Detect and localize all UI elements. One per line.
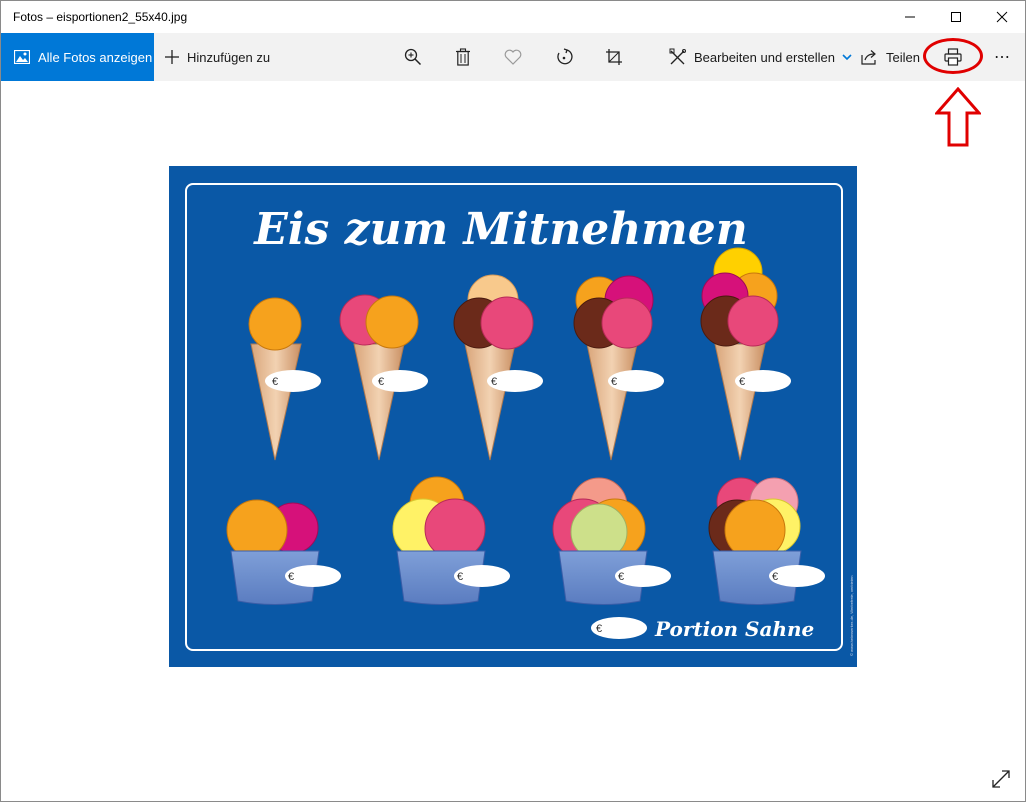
maximize-icon — [951, 12, 961, 22]
trash-icon — [456, 48, 470, 66]
minimize-button[interactable] — [887, 1, 933, 33]
price-euro-5: € — [739, 376, 745, 388]
photos-app-window: Fotos – eisportionen2_55x40.jpg Alle Fot… — [0, 0, 1026, 802]
right-margin — [857, 81, 1025, 769]
sign-headline: Eis zum Mitnehmen — [252, 204, 747, 255]
rotate-icon — [557, 48, 573, 65]
heart-icon — [504, 49, 522, 65]
price-euro-3: € — [491, 376, 497, 388]
more-icon: ⋯ — [994, 49, 1010, 66]
zoom-button[interactable] — [393, 33, 433, 81]
price-euro-4: € — [611, 376, 617, 388]
window-title: Fotos – eisportionen2_55x40.jpg — [13, 10, 188, 24]
copyright-side-text: © www.heimwerker-de, Werbefreie, verbiet… — [849, 576, 854, 656]
rotate-button[interactable] — [544, 33, 584, 81]
price-euro-6: € — [288, 571, 294, 583]
crop-button[interactable] — [594, 33, 634, 81]
price-euro-2: € — [378, 376, 384, 388]
add-to-button[interactable]: Hinzufügen zu — [164, 33, 270, 81]
favorite-button[interactable] — [493, 33, 533, 81]
price-euro-1: € — [272, 376, 278, 388]
share-button[interactable]: Teilen — [861, 33, 920, 81]
share-icon — [861, 50, 876, 65]
edit-create-button[interactable]: Bearbeiten und erstellen — [669, 33, 852, 81]
expand-icon — [992, 770, 1010, 788]
printer-icon — [944, 48, 962, 66]
chevron-down-icon — [842, 53, 852, 60]
price-euro-cream: € — [596, 623, 602, 635]
minimize-icon — [905, 16, 915, 18]
price-euro-7: € — [457, 571, 463, 583]
all-photos-button[interactable]: Alle Fotos anzeigen — [1, 33, 154, 81]
close-button[interactable] — [979, 1, 1025, 33]
maximize-button[interactable] — [933, 1, 979, 33]
crop-icon — [606, 49, 622, 65]
price-euro-8: € — [618, 571, 624, 583]
add-to-label: Hinzufügen zu — [187, 49, 271, 65]
print-button[interactable] — [933, 33, 973, 81]
price-euro-9: € — [772, 571, 778, 583]
title-bar: Fotos – eisportionen2_55x40.jpg — [1, 1, 1025, 33]
cream-portion-text: Portion Sahne — [654, 617, 814, 641]
close-icon — [996, 11, 1008, 23]
command-bar: Alle Fotos anzeigen Hinzufügen zu Bearbe… — [1, 33, 1025, 81]
share-label: Teilen — [886, 49, 920, 65]
more-options-button[interactable]: ⋯ — [987, 33, 1017, 81]
delete-button[interactable] — [443, 33, 483, 81]
photo-gallery-icon — [14, 50, 30, 64]
displayed-photo[interactable]: Eis zum Mitnehmen € € € € € € € € € € Po… — [169, 166, 857, 667]
fullscreen-button[interactable] — [987, 765, 1015, 793]
ice-cream-price-sign: Eis zum Mitnehmen € € € € € € € € € € Po… — [169, 166, 857, 667]
edit-tools-icon — [669, 48, 686, 65]
plus-icon — [165, 50, 179, 64]
zoom-in-icon — [404, 48, 422, 66]
edit-create-label: Bearbeiten und erstellen — [694, 49, 835, 65]
all-photos-label: Alle Fotos anzeigen — [38, 49, 153, 65]
